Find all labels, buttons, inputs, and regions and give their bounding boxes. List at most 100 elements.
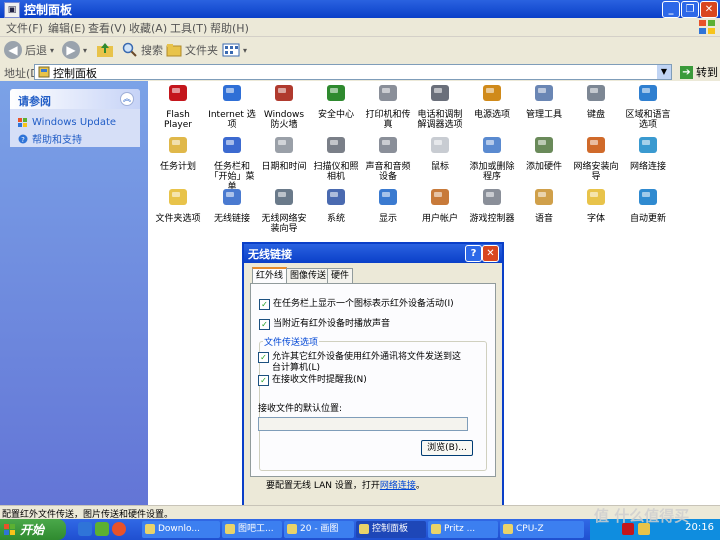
window-title-bar[interactable]: ▣ 控制面板 _ ❐ ✕ bbox=[0, 0, 720, 18]
views-button[interactable]: ▾ bbox=[222, 40, 247, 60]
forward-button[interactable]: ▶ ▾ bbox=[62, 40, 87, 60]
maximize-button[interactable]: ❐ bbox=[681, 1, 699, 18]
windows-update-link[interactable]: Windows Update bbox=[18, 117, 116, 128]
search-button[interactable]: 搜索 bbox=[122, 40, 163, 60]
task-downloads[interactable]: Downlo... bbox=[142, 521, 220, 538]
cp-item[interactable]: 日期和时间 bbox=[258, 133, 310, 172]
task-cpuz[interactable]: CPU-Z bbox=[500, 521, 584, 538]
cp-item[interactable]: 字体 bbox=[570, 185, 622, 224]
menu-file[interactable]: 文件(F) bbox=[6, 20, 43, 36]
cp-item[interactable]: 鼠标 bbox=[414, 133, 466, 172]
cp-item-label: 声音和音频设备 bbox=[365, 162, 411, 182]
quick-launch-browser-icon[interactable] bbox=[95, 522, 109, 536]
quick-launch-ie-icon[interactable] bbox=[78, 522, 92, 536]
minimize-button[interactable]: _ bbox=[662, 1, 680, 18]
back-button[interactable]: ◀ 后退 ▾ bbox=[4, 40, 54, 60]
cp-item[interactable]: 电话和调制解调器选项 bbox=[414, 81, 466, 130]
notify-receive-option[interactable]: ✓ 在接收文件时提醒我(N) bbox=[258, 375, 367, 386]
tab-image-transfer[interactable]: 图像传送 bbox=[286, 268, 331, 283]
menu-help[interactable]: 帮助(H) bbox=[210, 20, 249, 36]
cp-item-label: 键盘 bbox=[586, 110, 605, 120]
cp-item[interactable]: 键盘 bbox=[570, 81, 622, 120]
notify-receive-label: 在接收文件时提醒我(N) bbox=[272, 375, 367, 385]
address-input[interactable]: 控制面板 ▼ bbox=[34, 64, 672, 80]
cp-item[interactable]: 无线链接 bbox=[206, 185, 258, 224]
show-taskbar-icon-option[interactable]: ✓ 在任务栏上显示一个图标表示红外设备活动(I) bbox=[259, 299, 454, 310]
show-taskbar-icon-checkbox[interactable]: ✓ bbox=[259, 299, 270, 310]
cp-item[interactable]: 网络连接 bbox=[622, 133, 674, 172]
wireless-link-dialog: 无线链接 ? ✕ 红外线 图像传送 硬件 ✓ 在任务栏上显示一个图标表示红外设备… bbox=[242, 242, 504, 514]
cp-item[interactable]: 任务计划 bbox=[152, 133, 204, 172]
cp-item-label: 日期和时间 bbox=[261, 162, 307, 172]
cp-item[interactable]: 显示 bbox=[362, 185, 414, 224]
play-sound-checkbox[interactable]: ✓ bbox=[259, 319, 270, 330]
cp-item[interactable]: 任务栏和「开始」菜单 bbox=[206, 133, 258, 192]
taskbar-icon bbox=[223, 137, 241, 153]
tab-hardware[interactable]: 硬件 bbox=[327, 268, 354, 283]
cp-item[interactable]: 电源选项 bbox=[466, 81, 518, 120]
gamepad-icon bbox=[483, 189, 501, 205]
firewall-icon bbox=[275, 85, 293, 101]
network-connections-link[interactable]: 网络连接 bbox=[380, 481, 416, 491]
play-sound-option[interactable]: ✓ 当附近有红外设备时播放声音 bbox=[259, 319, 390, 330]
back-dropdown-icon[interactable]: ▾ bbox=[50, 46, 54, 55]
cp-item[interactable]: 网络安装向导 bbox=[570, 133, 622, 182]
task-paint[interactable]: 20 - 画图 bbox=[284, 521, 354, 538]
cp-item[interactable]: 无线网络安装向导 bbox=[258, 185, 310, 234]
quick-launch-app-icon[interactable] bbox=[112, 522, 126, 536]
cp-item[interactable]: Flash Player bbox=[152, 81, 204, 130]
menu-edit[interactable]: 编辑(E) bbox=[48, 20, 86, 36]
cp-item[interactable]: 安全中心 bbox=[310, 81, 362, 120]
allow-receive-option[interactable]: ✓ 允许其它红外设备使用红外通讯将文件发送到这台计算机(L) bbox=[258, 352, 466, 374]
browse-button[interactable]: 浏览(B)... bbox=[421, 440, 473, 456]
cp-item-label: 游戏控制器 bbox=[469, 214, 515, 224]
clock[interactable]: 20:16 bbox=[685, 522, 714, 533]
task-pritz[interactable]: Pritz ... bbox=[428, 521, 498, 538]
dialog-help-button[interactable]: ? bbox=[465, 245, 482, 262]
cp-item[interactable]: 语音 bbox=[518, 185, 570, 224]
help-support-link[interactable]: ? 帮助和支持 bbox=[18, 131, 82, 146]
cp-item[interactable]: 添加硬件 bbox=[518, 133, 570, 172]
folders-button[interactable]: 文件夹 bbox=[166, 40, 218, 60]
start-button[interactable]: 开始 bbox=[0, 519, 66, 540]
forward-arrow-icon: ▶ bbox=[62, 41, 80, 59]
close-button[interactable]: ✕ bbox=[700, 1, 718, 18]
cp-item[interactable]: Windows 防火墙 bbox=[258, 81, 310, 130]
address-dropdown-icon[interactable]: ▼ bbox=[657, 65, 671, 79]
see-also-header[interactable]: 请参阅 ︽ bbox=[10, 89, 140, 109]
cp-item[interactable]: 用户帐户 bbox=[414, 185, 466, 224]
up-folder-button[interactable] bbox=[96, 40, 114, 60]
cp-item[interactable]: 游戏控制器 bbox=[466, 185, 518, 224]
cp-item-label: Internet 选项 bbox=[208, 110, 256, 130]
go-button[interactable]: ➔ 转到 bbox=[680, 64, 718, 80]
cp-item-label: 电话和调制解调器选项 bbox=[417, 110, 463, 130]
control-panel-icon: ▣ bbox=[4, 2, 20, 18]
task-control-panel[interactable]: 控制面板 bbox=[356, 521, 426, 538]
menu-view[interactable]: 查看(V) bbox=[88, 20, 126, 36]
cp-item[interactable]: 声音和音频设备 bbox=[362, 133, 414, 182]
default-location-input[interactable] bbox=[258, 417, 468, 431]
cp-item[interactable]: 区域和语言选项 bbox=[622, 81, 674, 130]
cp-item[interactable]: 文件夹选项 bbox=[152, 185, 204, 224]
phone-icon bbox=[431, 85, 449, 101]
allow-receive-label: 允许其它红外设备使用红外通讯将文件发送到这台计算机(L) bbox=[272, 352, 462, 373]
speaker-icon bbox=[379, 137, 397, 153]
cp-item[interactable]: 打印机和传真 bbox=[362, 81, 414, 130]
cp-item[interactable]: Internet 选项 bbox=[206, 81, 258, 130]
menu-favorites[interactable]: 收藏(A) bbox=[129, 20, 167, 36]
cp-item[interactable]: 扫描仪和照相机 bbox=[310, 133, 362, 182]
collapse-chevron-icon[interactable]: ︽ bbox=[120, 92, 134, 106]
cp-item[interactable]: 自动更新 bbox=[622, 185, 674, 224]
notify-receive-checkbox[interactable]: ✓ bbox=[258, 375, 269, 386]
dialog-close-button[interactable]: ✕ bbox=[482, 245, 499, 262]
tab-infrared[interactable]: 红外线 bbox=[252, 267, 288, 284]
cp-item[interactable]: 管理工具 bbox=[518, 81, 570, 120]
forward-dropdown-icon[interactable]: ▾ bbox=[83, 46, 87, 55]
cp-item[interactable]: 添加或删除程序 bbox=[466, 133, 518, 182]
dialog-title-bar[interactable]: 无线链接 ? ✕ bbox=[244, 244, 502, 263]
wireless-lan-note-end: 。 bbox=[415, 481, 425, 491]
cp-item[interactable]: 系统 bbox=[310, 185, 362, 224]
menu-tools[interactable]: 工具(T) bbox=[170, 20, 207, 36]
task-tool[interactable]: 图吧工... bbox=[222, 521, 282, 538]
allow-receive-checkbox[interactable]: ✓ bbox=[258, 352, 269, 363]
